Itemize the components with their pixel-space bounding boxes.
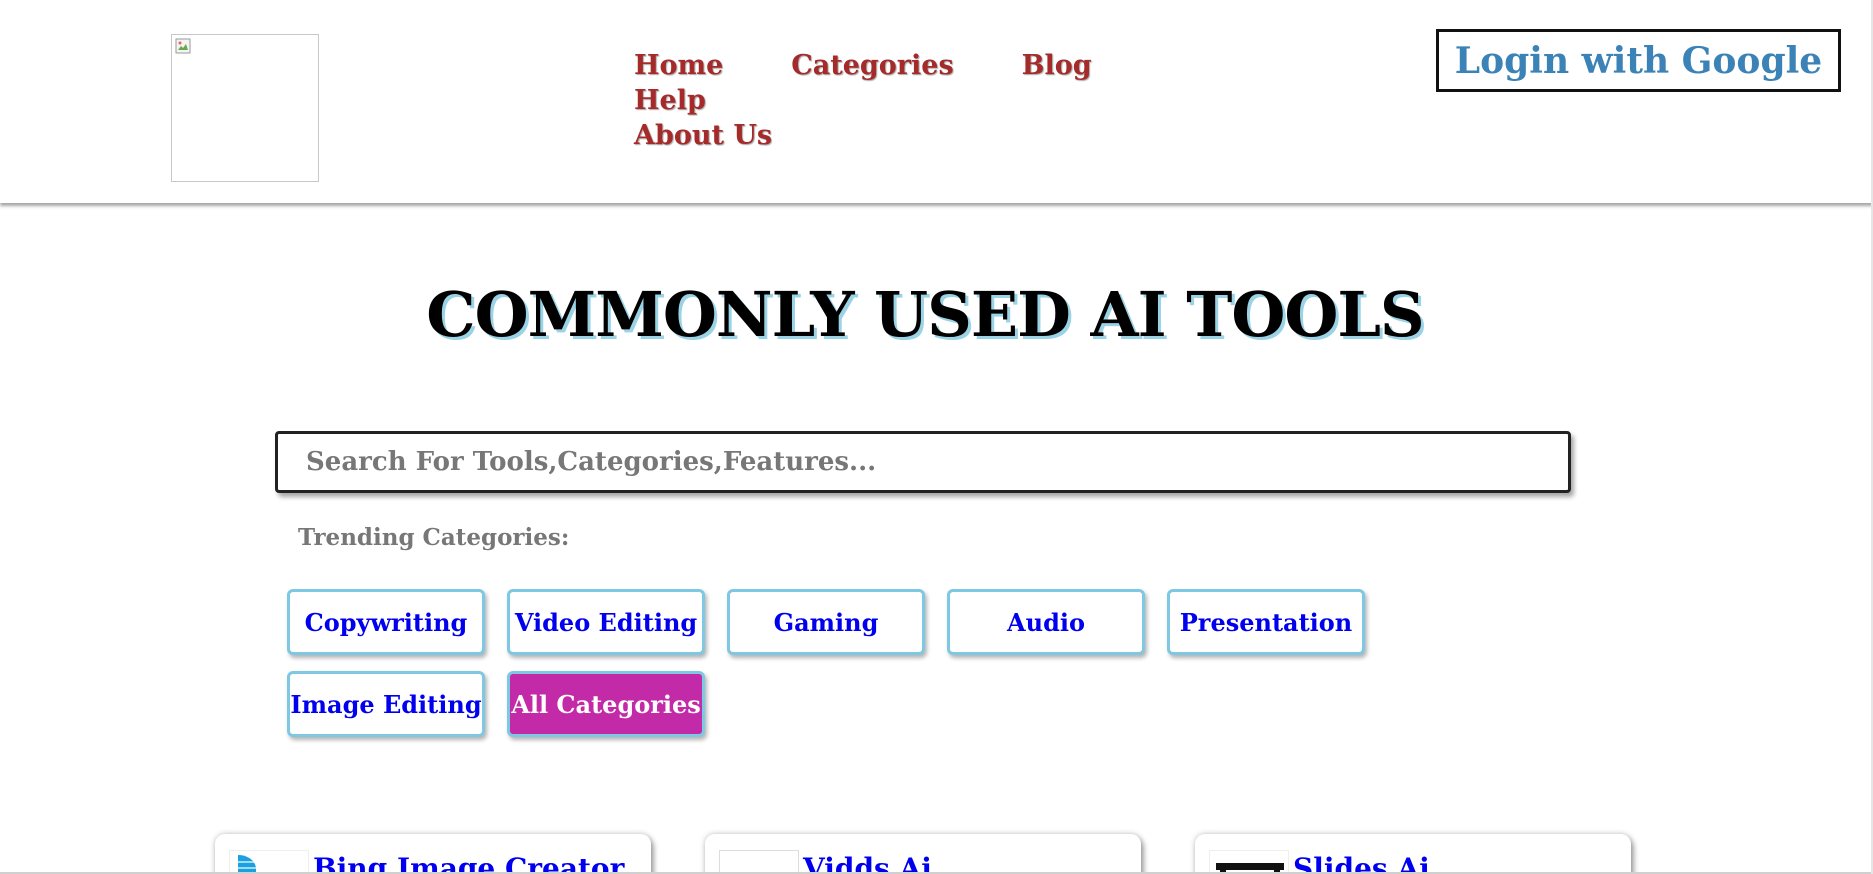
nav-blog-link[interactable]: Blog [1022, 48, 1092, 83]
tool-name-link[interactable]: Vidds Ai [803, 852, 932, 874]
bing-icon [229, 850, 309, 874]
page-title: COMMONLY USED AI TOOLS [426, 278, 1424, 351]
category-video-editing-button[interactable]: Video Editing [507, 589, 705, 655]
tool-name-link[interactable]: Slides Ai [1293, 852, 1430, 874]
broken-image-icon [175, 38, 191, 54]
tool-card[interactable]: Vidds Ai [705, 834, 1141, 874]
category-image-editing-button[interactable]: Image Editing [287, 671, 485, 737]
nav-home-link[interactable]: Home [634, 48, 723, 83]
slides-icon [1209, 850, 1289, 874]
category-presentation-button[interactable]: Presentation [1167, 589, 1365, 655]
tool-name-link[interactable]: Bing Image Creator [313, 852, 624, 874]
site-logo[interactable] [171, 34, 319, 182]
trending-categories-label: Trending Categories: [298, 524, 570, 551]
nav-categories-link[interactable]: Categories [791, 48, 953, 83]
tool-card[interactable]: Slides Ai [1195, 834, 1631, 874]
main-nav: Home Categories Blog Help About Us [634, 48, 1224, 153]
login-with-google-button[interactable]: Login with Google [1436, 29, 1841, 92]
nav-about-link[interactable]: About Us [634, 118, 772, 153]
category-copywriting-button[interactable]: Copywriting [287, 589, 485, 655]
site-header: Home Categories Blog Help About Us Login wit… [0, 0, 1873, 203]
page: Home Categories Blog Help About Us Login wit… [0, 0, 1873, 874]
category-gaming-button[interactable]: Gaming [727, 589, 925, 655]
category-all-categories-button[interactable]: All Categories [507, 671, 705, 737]
search-input[interactable] [275, 431, 1571, 493]
image-placeholder-icon [719, 850, 799, 874]
tool-card[interactable]: Bing Image Creator [215, 834, 651, 874]
nav-help-link[interactable]: Help [634, 83, 706, 118]
category-audio-button[interactable]: Audio [947, 589, 1145, 655]
